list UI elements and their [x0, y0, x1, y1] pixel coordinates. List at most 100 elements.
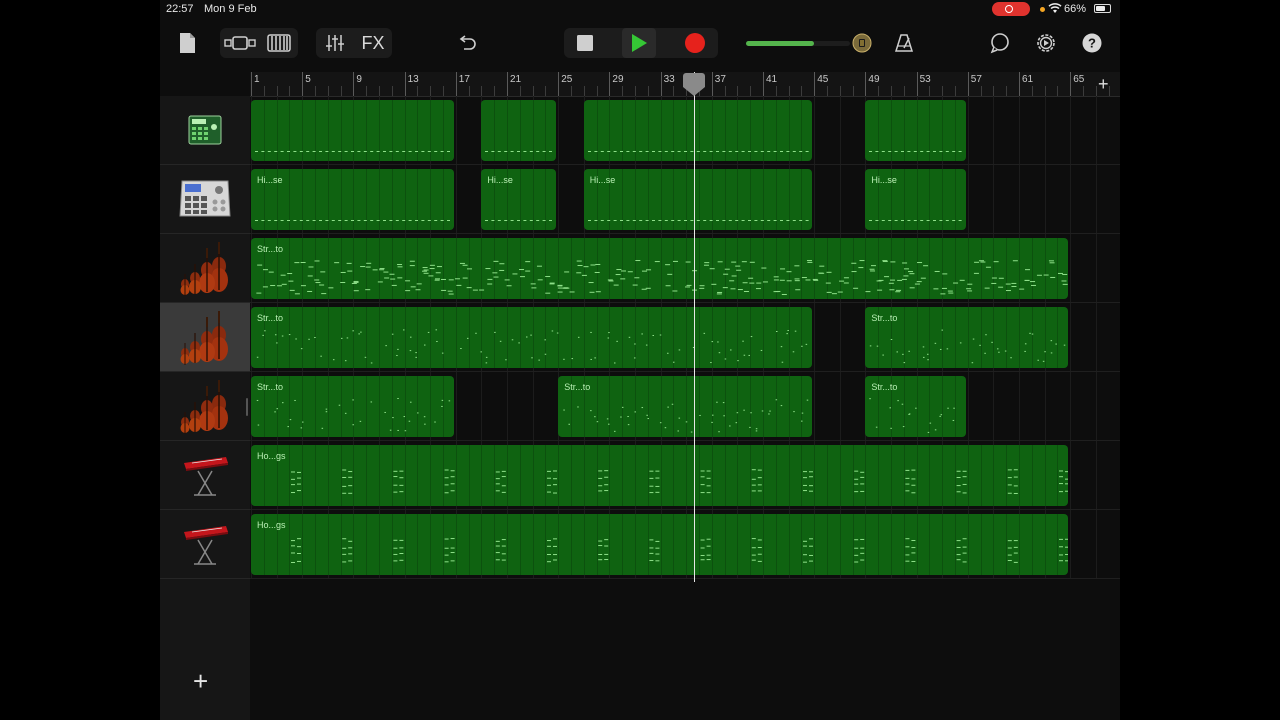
lane-gridline	[1095, 96, 1097, 164]
metronome-icon[interactable]	[890, 28, 918, 58]
keyboard-icon[interactable]	[262, 28, 296, 58]
midi-region[interactable]: Ho...gs	[251, 514, 1069, 575]
lane-gridline	[967, 165, 969, 233]
track-lane[interactable]: Hi...se Hi...se Hi...se Hi...se	[250, 165, 1120, 234]
ruler-bar-number: 13	[407, 74, 419, 85]
loop-icon[interactable]	[986, 28, 1014, 58]
ruler-tick	[545, 86, 547, 96]
toolbar: FX ?	[160, 24, 1120, 64]
region-notes	[869, 151, 962, 152]
lane-gridline	[1019, 96, 1020, 164]
midi-region[interactable]: Str...to	[251, 376, 454, 437]
track-lane[interactable]: Str...to Str...to	[250, 303, 1120, 372]
ruler-tick	[289, 86, 291, 96]
record-icon[interactable]	[678, 28, 712, 58]
stop-icon[interactable]	[568, 28, 602, 58]
midi-region[interactable]	[865, 100, 966, 161]
region-name: Str...to	[564, 382, 591, 392]
region-notes	[587, 151, 809, 152]
ruler-bar-number: 1	[254, 74, 260, 85]
midi-region[interactable]: Str...to	[865, 307, 1069, 368]
lane-gridline	[814, 372, 816, 440]
lane-gridline	[1095, 165, 1097, 233]
battery-icon	[1094, 4, 1111, 13]
playhead-handle[interactable]	[682, 73, 705, 96]
track-header[interactable]	[160, 96, 250, 165]
ruler-tick	[1044, 86, 1046, 96]
lane-gridline	[1070, 372, 1072, 440]
midi-region[interactable]: Hi...se	[251, 169, 454, 230]
ruler-tick	[430, 86, 432, 96]
lane-gridline	[1070, 510, 1072, 578]
track-lane[interactable]: Str...to Str...to Str...to	[250, 372, 1120, 441]
lane-gridline	[1044, 372, 1046, 440]
header-resize-handle[interactable]	[246, 398, 248, 416]
help-icon[interactable]: ?	[1078, 28, 1106, 58]
track-lane[interactable]: Ho...gs	[250, 441, 1120, 510]
track-header[interactable]	[160, 372, 250, 441]
strings-icon	[160, 372, 250, 440]
track-header[interactable]	[160, 510, 250, 579]
ruler-bar-number: 57	[970, 74, 982, 85]
lane-gridline	[507, 372, 508, 440]
lane-gridline	[532, 372, 534, 440]
ruler-tick	[263, 86, 265, 96]
lane-gridline	[993, 372, 995, 440]
lane-gridline	[814, 165, 816, 233]
ruler-tick	[980, 86, 982, 96]
tracks-view-icon[interactable]	[222, 28, 258, 58]
mixer-icon[interactable]	[320, 28, 350, 58]
ruler-tick	[327, 86, 329, 96]
lane-gridline	[1044, 96, 1046, 164]
midi-region[interactable]: Hi...se	[481, 169, 557, 230]
lane-gridline	[839, 165, 841, 233]
master-volume-slider[interactable]	[746, 41, 850, 46]
wifi-icon	[1048, 2, 1062, 17]
track-header[interactable]	[160, 441, 250, 510]
midi-region[interactable]: Ho...gs	[251, 445, 1069, 506]
midi-region[interactable]: Str...to	[251, 238, 1069, 299]
ruler-tick	[724, 86, 726, 96]
region-name: Hi...se	[871, 175, 897, 185]
region-notes	[291, 469, 1069, 494]
ruler-bar-number: 21	[510, 74, 522, 85]
document-icon[interactable]	[174, 28, 200, 58]
add-track-plus-icon[interactable]: +	[193, 668, 208, 694]
playhead[interactable]	[693, 72, 695, 582]
settings-icon[interactable]	[1032, 28, 1060, 58]
region-name: Str...to	[257, 244, 284, 254]
track-header[interactable]	[160, 303, 250, 372]
lane-gridline	[1095, 510, 1097, 578]
region-notes	[256, 329, 808, 364]
track-lane[interactable]: Ho...gs	[250, 510, 1120, 579]
fx-button[interactable]: FX	[356, 28, 390, 58]
midi-region[interactable]	[583, 100, 813, 161]
midi-region[interactable]	[251, 100, 454, 161]
status-bar: 22:57 Mon 9 Feb 66%	[160, 0, 1120, 18]
track-header[interactable]	[160, 165, 250, 234]
region-name: Str...to	[257, 382, 284, 392]
midi-region[interactable]	[481, 100, 557, 161]
midi-region[interactable]: Str...to	[865, 376, 966, 437]
midi-region[interactable]: Str...to	[251, 307, 813, 368]
undo-icon[interactable]	[452, 28, 482, 58]
track-lane[interactable]: Str...to	[250, 234, 1120, 303]
lane-gridline	[1070, 303, 1072, 371]
track-header[interactable]	[160, 234, 250, 303]
status-time: 22:57	[166, 3, 194, 15]
region-name: Hi...se	[257, 175, 283, 185]
lane-gridline	[1095, 234, 1097, 302]
ruler-tick	[839, 86, 841, 96]
track-lane[interactable]	[250, 96, 1120, 165]
play-icon[interactable]	[622, 28, 656, 58]
lane-gridline	[1070, 165, 1072, 233]
add-section-plus-icon[interactable]: +	[1098, 75, 1109, 93]
midi-region[interactable]: Str...to	[558, 376, 813, 437]
beat-sequencer-icon	[160, 165, 250, 233]
ruler-tick	[1095, 86, 1097, 96]
midi-region[interactable]: Hi...se	[865, 169, 966, 230]
screen-recording-icon[interactable]	[992, 2, 1030, 16]
master-volume-knob-icon[interactable]	[848, 28, 876, 58]
ruler-tick	[1083, 86, 1084, 96]
midi-region[interactable]: Hi...se	[583, 169, 813, 230]
